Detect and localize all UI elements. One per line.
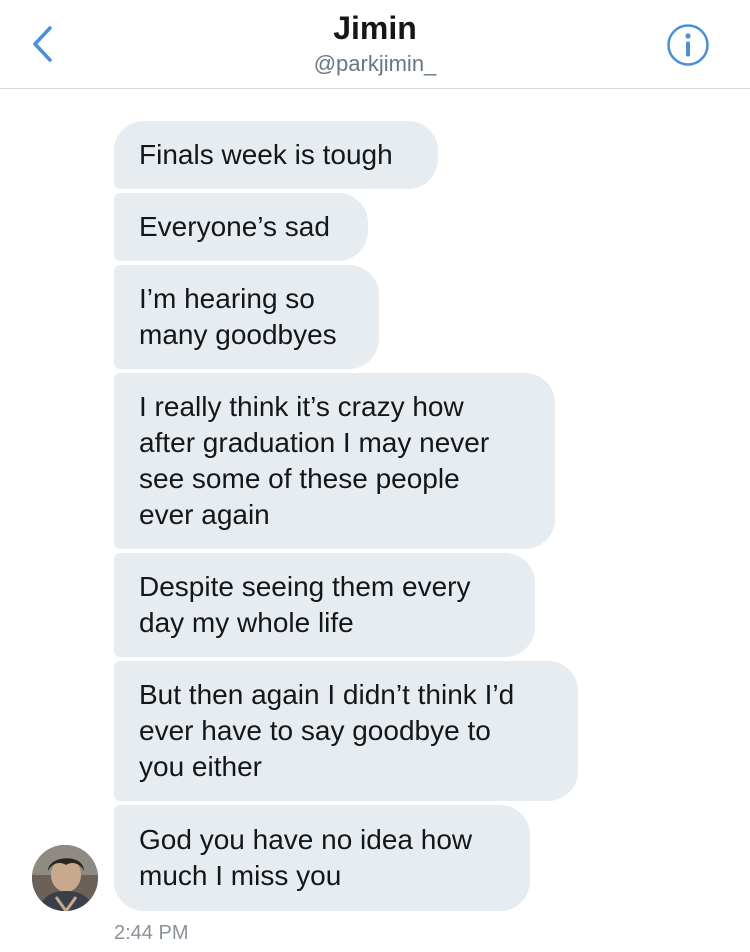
message-bubble[interactable]: But then again I didn’t think I’d ever h… bbox=[114, 661, 578, 801]
message-bubble[interactable]: God you have no idea how much I miss you bbox=[114, 805, 530, 911]
message-bubble[interactable]: I really think it’s crazy how after grad… bbox=[114, 373, 555, 549]
message-timestamp: 2:44 PM bbox=[114, 922, 189, 944]
message-bubble[interactable]: Everyone’s sad bbox=[114, 193, 368, 261]
message-bubble[interactable]: Finals week is tough bbox=[114, 121, 438, 189]
avatar[interactable] bbox=[32, 845, 98, 911]
message-bubble[interactable]: I’m hearing so many goodbyes bbox=[114, 265, 379, 369]
message-bubble[interactable]: Despite seeing them every day my whole l… bbox=[114, 553, 535, 657]
avatar-photo bbox=[32, 845, 98, 911]
message-thread: Finals week is tough Everyone’s sad I’m … bbox=[0, 0, 750, 952]
